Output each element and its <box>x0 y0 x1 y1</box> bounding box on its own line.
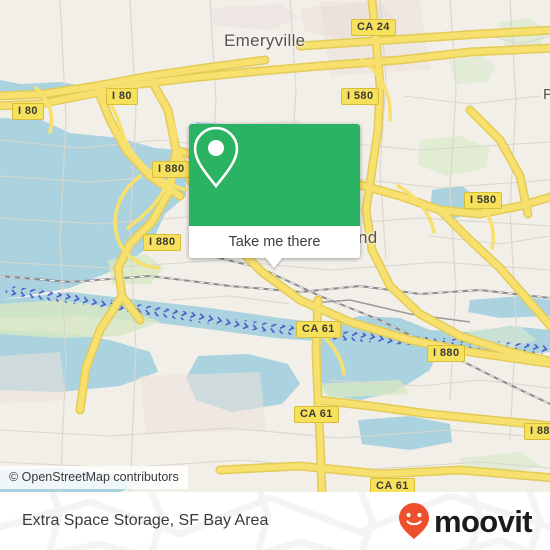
shield-i-880-north[interactable]: I 880 <box>152 161 191 178</box>
shield-ca-61-north[interactable]: CA 61 <box>296 321 341 338</box>
shield-i-80-west[interactable]: I 80 <box>12 103 44 120</box>
map-canvas[interactable]: Emeryville nd P I 80 I 80 I 880 I 880 CA… <box>0 0 550 492</box>
place-label-oakland: nd <box>358 228 378 247</box>
place-label-emeryville: Emeryville <box>224 31 306 50</box>
moovit-logo[interactable]: moovit <box>397 492 533 550</box>
place-label-piedmont: P <box>543 86 550 103</box>
moovit-smiling-pin-icon <box>398 503 429 539</box>
shield-i-880-mid[interactable]: I 880 <box>143 234 182 251</box>
popup-action-label[interactable]: Take me there <box>189 226 360 258</box>
popup-pointer <box>265 257 283 268</box>
osm-attribution[interactable]: © OpenStreetMap contributors <box>0 466 188 489</box>
shield-i-880-south[interactable]: I 880 <box>427 345 466 362</box>
footer-title: Extra Space Storage, SF Bay Area <box>22 512 269 529</box>
shield-ca-61-mid[interactable]: CA 61 <box>294 406 339 423</box>
footer-bar: Extra Space Storage, SF Bay Area moovit <box>0 492 550 550</box>
location-popup-card[interactable]: Take me there <box>189 124 360 268</box>
shield-ca-61-south[interactable]: CA 61 <box>370 478 415 492</box>
shield-ca-24[interactable]: CA 24 <box>351 19 396 36</box>
shield-i-80-east[interactable]: I 80 <box>106 88 138 105</box>
shield-i-580-east[interactable]: I 580 <box>464 192 503 209</box>
shield-i-580-north[interactable]: I 580 <box>341 88 380 105</box>
moovit-wordmark: moovit <box>433 503 533 539</box>
map-screenshot: Emeryville nd P I 80 I 80 I 880 I 880 CA… <box>0 0 550 550</box>
map-pin-icon <box>193 126 239 189</box>
shield-i-880-edge[interactable]: I 88 <box>524 423 550 440</box>
popup-pin-panel <box>189 124 360 226</box>
